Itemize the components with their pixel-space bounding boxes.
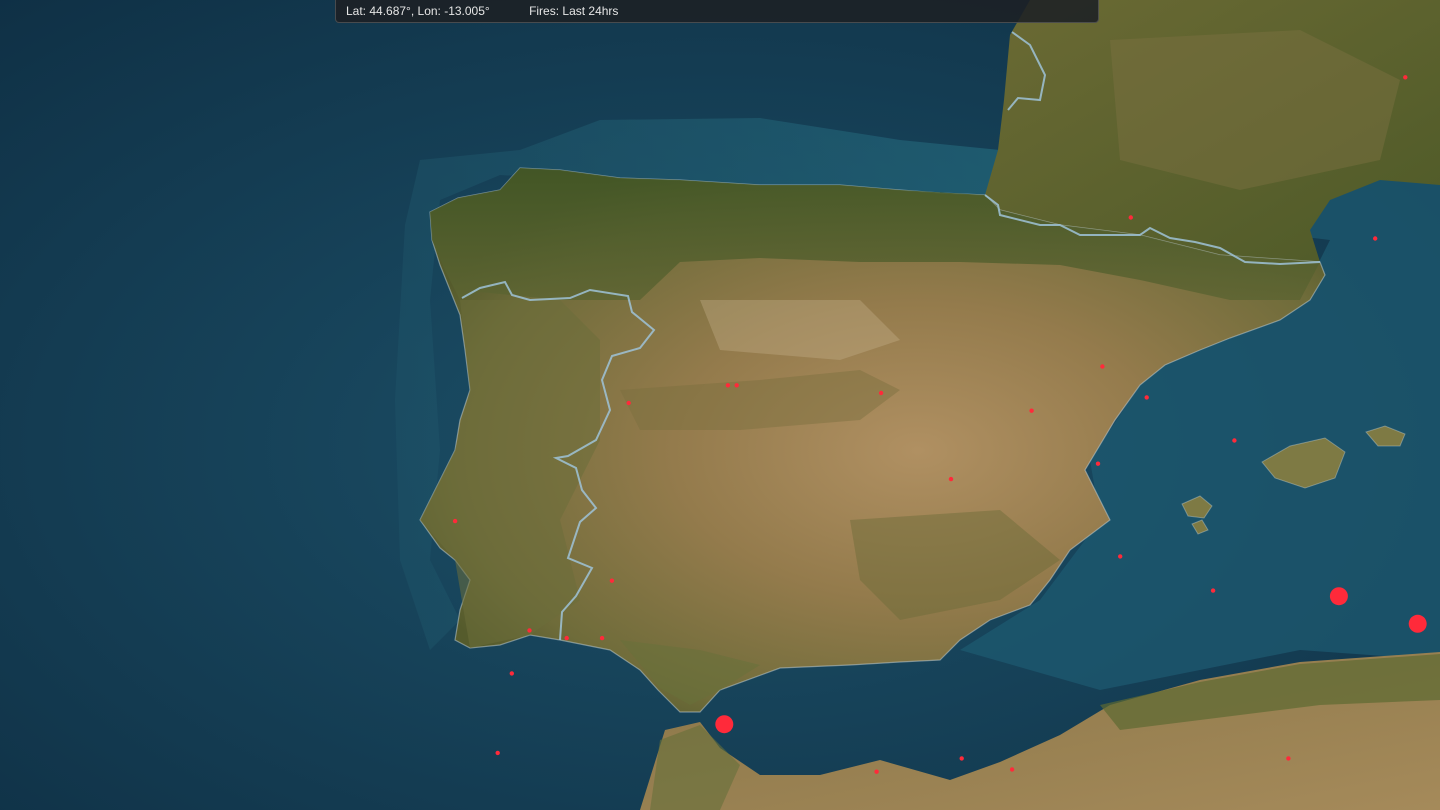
fire-marker[interactable]	[1095, 461, 1101, 466]
fire-marker[interactable]	[1118, 554, 1123, 559]
fire-marker[interactable]	[1009, 767, 1015, 772]
fire-marker[interactable]	[509, 671, 514, 676]
fire-marker-large[interactable]	[1329, 587, 1348, 606]
fire-marker[interactable]	[948, 476, 954, 482]
fire-marker[interactable]	[1100, 364, 1105, 369]
fire-marker[interactable]	[1286, 756, 1291, 761]
fire-marker[interactable]	[1403, 75, 1408, 80]
fire-marker[interactable]	[959, 756, 964, 761]
fire-marker[interactable]	[527, 628, 532, 633]
coordinate-readout: Lat: 44.687°, Lon: -13.005°	[346, 4, 490, 18]
fire-marker-large[interactable]	[715, 715, 734, 734]
fire-marker[interactable]	[725, 383, 731, 388]
fire-marker[interactable]	[626, 400, 631, 406]
fire-marker[interactable]	[564, 635, 569, 641]
fire-marker[interactable]	[874, 769, 879, 774]
fire-marker[interactable]	[1144, 395, 1149, 400]
fire-marker[interactable]	[734, 383, 739, 388]
fire-marker[interactable]	[452, 518, 458, 524]
fire-marker[interactable]	[1128, 215, 1134, 220]
fire-marker[interactable]	[878, 390, 884, 396]
fire-marker[interactable]	[609, 578, 615, 583]
fire-layer-label: Fires: Last 24hrs	[529, 4, 619, 18]
fire-marker[interactable]	[495, 750, 500, 756]
map-canvas[interactable]	[0, 0, 1440, 810]
fire-marker[interactable]	[1210, 588, 1216, 593]
fire-marker[interactable]	[1232, 438, 1237, 443]
map-status-bar: Lat: 44.687°, Lon: -13.005° Fires: Last …	[335, 0, 1099, 23]
fire-marker[interactable]	[1373, 236, 1378, 241]
fire-marker-large[interactable]	[1408, 614, 1427, 633]
fire-marker[interactable]	[1029, 408, 1034, 413]
fire-marker[interactable]	[599, 635, 605, 641]
